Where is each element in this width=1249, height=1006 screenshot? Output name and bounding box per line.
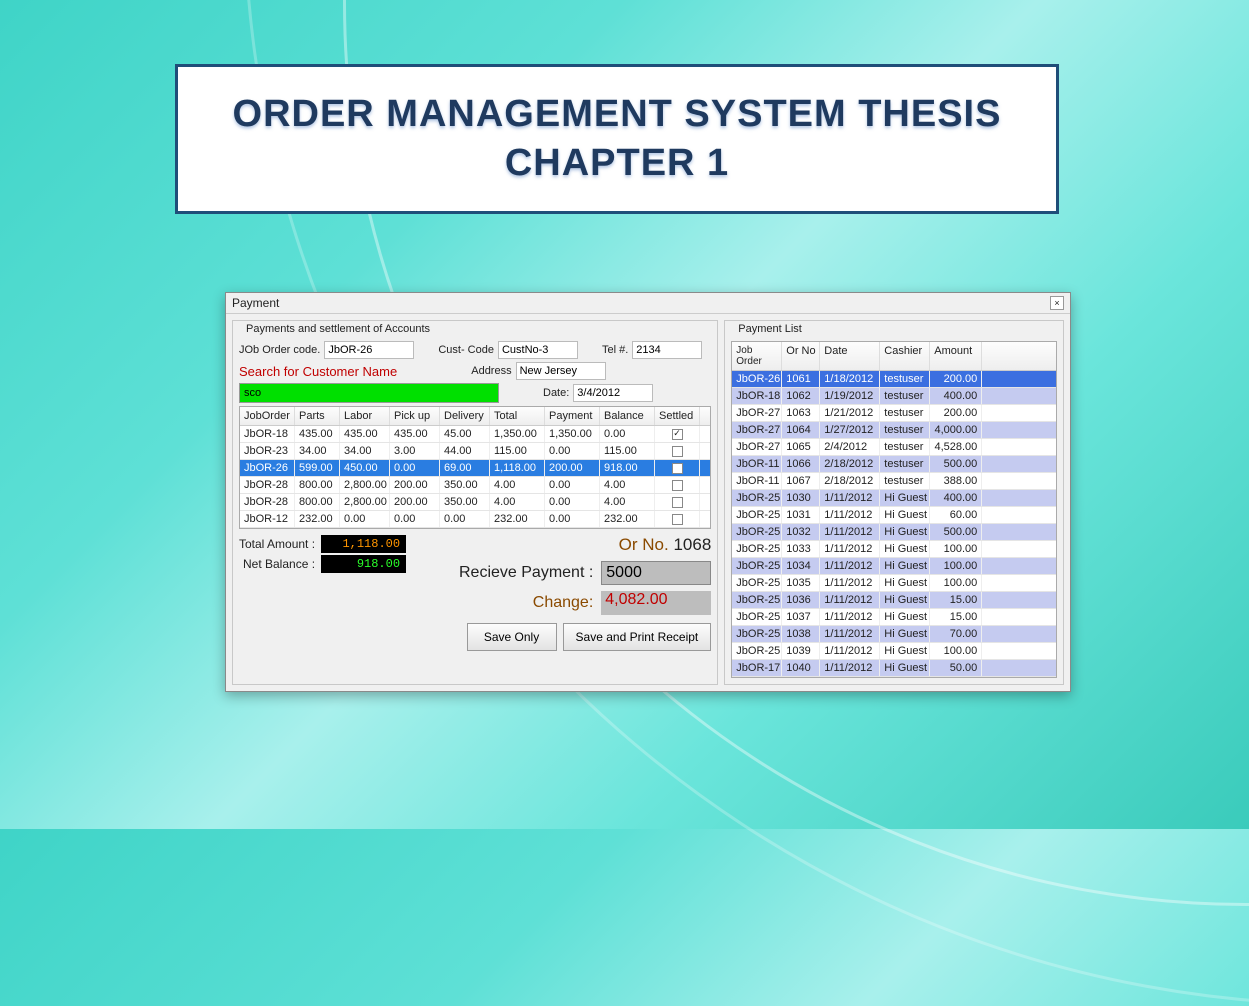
title-line2: CHAPTER 1 [505, 139, 729, 188]
search-input[interactable] [239, 383, 499, 403]
save-print-button[interactable]: Save and Print Receipt [563, 623, 712, 651]
table-row[interactable]: JbOR-12232.000.000.000.00232.000.00232.0… [240, 511, 710, 528]
window-title: Payment [232, 296, 279, 310]
orders-grid[interactable]: JobOrderPartsLaborPick upDeliveryTotalPa… [239, 406, 711, 529]
column-header[interactable]: JobOrder [732, 342, 782, 370]
table-row[interactable]: JbOR-2710641/27/2012testuser4,000.00 [732, 422, 1056, 439]
table-row[interactable]: JbOR-1110672/18/2012testuser388.00 [732, 473, 1056, 490]
table-row[interactable]: JbOR-2510381/11/2012Hi Guest70.00 [732, 626, 1056, 643]
close-icon[interactable]: × [1050, 296, 1064, 310]
table-row[interactable]: JbOR-2710631/21/2012testuser200.00 [732, 405, 1056, 422]
column-header[interactable]: Total [490, 407, 545, 425]
address-label: Address [471, 365, 511, 377]
table-row[interactable]: JbOR-2510371/11/2012Hi Guest15.00 [732, 609, 1056, 626]
column-header[interactable]: Balance [600, 407, 655, 425]
job-order-code-field[interactable] [324, 341, 414, 359]
column-header[interactable]: Parts [295, 407, 340, 425]
receive-payment-label: Recieve Payment : [459, 564, 593, 582]
net-balance-label: Net Balance : [243, 557, 315, 571]
net-balance-value: 918.00 [321, 555, 406, 573]
table-row[interactable]: JbOR-2710652/4/2012testuser4,528.00 [732, 439, 1056, 456]
table-row[interactable]: JbOR-2510351/11/2012Hi Guest100.00 [732, 575, 1056, 592]
settled-checkbox[interactable] [672, 429, 683, 440]
table-row[interactable]: JbOR-2510391/11/2012Hi Guest100.00 [732, 643, 1056, 660]
or-no-value: 1068 [673, 535, 711, 554]
settled-checkbox[interactable] [672, 480, 683, 491]
receive-payment-input[interactable] [601, 561, 711, 585]
column-header[interactable]: Date [820, 342, 880, 370]
tel-field[interactable] [632, 341, 702, 359]
table-row[interactable]: JbOR-2510301/11/2012Hi Guest400.00 [732, 490, 1056, 507]
table-row[interactable]: JbOR-28800.002,800.00200.00350.004.000.0… [240, 477, 710, 494]
table-row[interactable]: JbOR-1110662/18/2012testuser500.00 [732, 456, 1056, 473]
save-only-button[interactable]: Save Only [467, 623, 557, 651]
date-label: Date: [543, 387, 569, 399]
total-amount-label: Total Amount : [239, 537, 315, 551]
change-label: Change: [533, 594, 594, 612]
settled-checkbox[interactable] [672, 497, 683, 508]
or-no-label: Or No. [619, 535, 669, 554]
payment-list-legend: Payment List [735, 323, 805, 335]
title-card: ORDER MANAGEMENT SYSTEM THESIS CHAPTER 1 [175, 64, 1059, 214]
job-order-code-label: JOb Order code. [239, 344, 320, 356]
cust-code-label: Cust- Code [438, 344, 494, 356]
total-amount-value: 1,118.00 [321, 535, 406, 553]
payment-list-grid[interactable]: JobOrderOr NoDateCashierAmount JbOR-2610… [731, 341, 1057, 678]
settled-checkbox[interactable] [672, 446, 683, 457]
payment-window: Payment × Payments and settlement of Acc… [225, 292, 1071, 692]
table-row[interactable]: JbOR-2510321/11/2012Hi Guest500.00 [732, 524, 1056, 541]
table-row[interactable]: JbOR-2510341/11/2012Hi Guest100.00 [732, 558, 1056, 575]
column-header[interactable]: Payment [545, 407, 600, 425]
column-header[interactable]: Cashier [880, 342, 930, 370]
column-header[interactable]: Or No [782, 342, 820, 370]
window-titlebar: Payment × [226, 293, 1070, 314]
accounts-legend: Payments and settlement of Accounts [243, 323, 433, 335]
table-row[interactable]: JbOR-26599.00450.000.0069.001,118.00200.… [240, 460, 710, 477]
address-field[interactable] [516, 362, 606, 380]
table-row[interactable]: JbOR-2610611/18/2012testuser200.00 [732, 371, 1056, 388]
table-row[interactable]: JbOR-1810621/19/2012testuser400.00 [732, 388, 1056, 405]
date-field[interactable] [573, 384, 653, 402]
column-header[interactable]: Amount [930, 342, 982, 370]
change-value: 4,082.00 [601, 591, 711, 615]
table-row[interactable]: JbOR-2334.0034.003.0044.00115.000.00115.… [240, 443, 710, 460]
settled-checkbox[interactable] [672, 514, 683, 525]
column-header[interactable]: Pick up [390, 407, 440, 425]
cust-code-field[interactable] [498, 341, 578, 359]
table-row[interactable]: JbOR-2510311/11/2012Hi Guest60.00 [732, 507, 1056, 524]
column-header[interactable]: Delivery [440, 407, 490, 425]
table-row[interactable]: JbOR-1710401/11/2012Hi Guest50.00 [732, 660, 1056, 677]
table-row[interactable]: JbOR-2510331/11/2012Hi Guest100.00 [732, 541, 1056, 558]
title-line1: ORDER MANAGEMENT SYSTEM THESIS [233, 90, 1002, 139]
table-row[interactable]: JbOR-28800.002,800.00200.00350.004.000.0… [240, 494, 710, 511]
search-label: Search for Customer Name [239, 364, 397, 379]
column-header[interactable]: JobOrder [240, 407, 295, 425]
table-row[interactable]: JbOR-2510361/11/2012Hi Guest15.00 [732, 592, 1056, 609]
settled-checkbox[interactable] [672, 463, 683, 474]
column-header[interactable]: Labor [340, 407, 390, 425]
column-header[interactable]: Settled [655, 407, 700, 425]
tel-label: Tel #. [602, 344, 628, 356]
table-row[interactable]: JbOR-18435.00435.00435.0045.001,350.001,… [240, 426, 710, 443]
